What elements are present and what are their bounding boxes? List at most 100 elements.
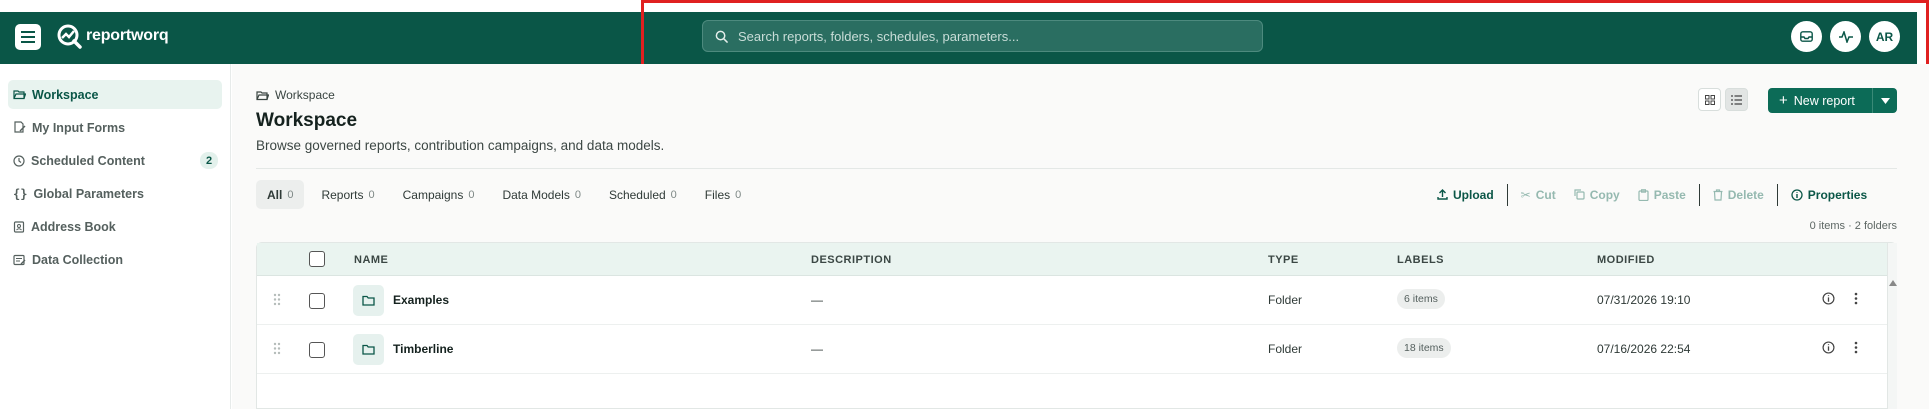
select-all-checkbox[interactable]	[309, 251, 325, 267]
row-description: —	[811, 342, 823, 356]
copy-button[interactable]: Copy	[1565, 188, 1629, 202]
copy-label: Copy	[1589, 187, 1620, 202]
new-report-button[interactable]: + New report	[1768, 88, 1897, 113]
trash-icon	[1713, 188, 1723, 201]
tab-label: Files	[704, 187, 731, 202]
sidebar-item-label: Global Parameters	[33, 186, 144, 201]
upload-button[interactable]: Upload	[1428, 188, 1503, 202]
row-modified: 07/31/2026 19:10	[1597, 293, 1691, 307]
list-icon	[1731, 94, 1742, 105]
column-header-modified[interactable]: MODIFIED	[1597, 254, 1655, 266]
breadcrumb: Workspace	[256, 88, 335, 102]
paste-button[interactable]: Paste	[1629, 188, 1695, 202]
logo-mark-icon	[57, 24, 82, 49]
row-checkbox[interactable]	[309, 293, 325, 309]
tab-label: All	[267, 187, 283, 202]
column-header-description[interactable]: DESCRIPTION	[811, 254, 892, 266]
row-labels-chip[interactable]: 6 items	[1397, 289, 1445, 309]
page-title: Workspace	[256, 110, 358, 131]
table-row[interactable]: Timberline — Folder 18 items 07/16/2026 …	[257, 325, 1887, 374]
sidebar-item-my-input-forms[interactable]: My Input Forms	[8, 113, 222, 142]
hamburger-menu-button[interactable]	[15, 24, 41, 50]
list-view-button[interactable]	[1725, 88, 1748, 111]
row-name[interactable]: Examples	[393, 293, 449, 307]
tab-label: Reports	[321, 187, 364, 202]
plus-icon: +	[1779, 92, 1788, 109]
toolbar-separator	[1506, 183, 1508, 206]
scissors-icon: ✂	[1520, 187, 1531, 202]
clipboard-icon	[1638, 188, 1649, 201]
row-labels-chip[interactable]: 18 items	[1397, 338, 1451, 358]
sidebar-item-label: Workspace	[32, 87, 99, 102]
column-header-type[interactable]: TYPE	[1268, 254, 1299, 266]
sidebar-item-scheduled-content[interactable]: Scheduled Content 2	[8, 146, 222, 175]
drag-handle-icon[interactable]	[273, 293, 281, 306]
cut-button[interactable]: ✂ Cut	[1512, 188, 1565, 202]
table-scrollbar[interactable]	[1887, 243, 1897, 409]
info-icon[interactable]	[1822, 341, 1835, 354]
sidebar-item-global-parameters[interactable]: {} Global Parameters	[8, 179, 222, 208]
page-subtitle: Browse governed reports, contribution ca…	[256, 138, 665, 153]
tab-data-models[interactable]: Data Models 0	[491, 180, 592, 209]
app-logo[interactable]: reportworq	[56, 23, 169, 49]
toolbar-separator	[1776, 183, 1778, 206]
new-report-main[interactable]: + New report	[1768, 88, 1872, 113]
sidebar-item-address-book[interactable]: Address Book	[8, 212, 222, 241]
sidebar-item-workspace[interactable]: Workspace	[8, 80, 222, 109]
item-summary: 0 items · 2 folders	[1809, 220, 1897, 232]
tab-label: Scheduled	[608, 187, 666, 202]
row-checkbox[interactable]	[309, 342, 325, 358]
folder-icon	[353, 285, 384, 316]
toolbar-separator	[1698, 183, 1700, 206]
view-toggle	[1698, 88, 1748, 111]
inbox-icon	[1800, 31, 1813, 42]
action-toolbar: Upload ✂ Cut Copy Paste Delete Propertie…	[1428, 180, 1876, 209]
search-icon	[715, 30, 728, 43]
tab-count: 0	[670, 188, 677, 201]
tab-all[interactable]: All 0	[256, 180, 305, 209]
global-search[interactable]	[702, 20, 1263, 52]
grid-view-button[interactable]	[1698, 88, 1721, 111]
table-row[interactable]: Examples — Folder 6 items 07/31/2026 19:…	[257, 276, 1887, 325]
upload-icon	[1437, 189, 1448, 200]
table-header: NAME DESCRIPTION TYPE LABELS MODIFIED	[257, 243, 1887, 276]
data-collection-icon	[13, 254, 26, 265]
more-vertical-icon[interactable]	[1854, 292, 1858, 305]
drag-handle-icon[interactable]	[273, 342, 281, 355]
breadcrumb-item-workspace[interactable]: Workspace	[275, 88, 335, 102]
braces-icon: {}	[13, 186, 28, 201]
cut-label: Cut	[1535, 187, 1556, 202]
upload-label: Upload	[1453, 187, 1494, 202]
column-header-name[interactable]: NAME	[354, 254, 388, 266]
inbox-button[interactable]	[1791, 21, 1822, 52]
type-tabs: All 0 Reports 0 Campaigns 0 Data Models 0 Sc…	[256, 180, 752, 209]
workspace-table: NAME DESCRIPTION TYPE LABELS MODIFIED Ex…	[256, 242, 1897, 409]
activity-button[interactable]	[1830, 21, 1861, 52]
delete-button[interactable]: Delete	[1704, 188, 1773, 202]
tab-scheduled[interactable]: Scheduled 0	[598, 180, 688, 209]
logo-text: reportworq	[86, 27, 169, 44]
info-icon[interactable]	[1822, 292, 1835, 305]
tab-count: 0	[368, 188, 375, 201]
copy-icon	[1574, 189, 1585, 200]
sidebar-item-data-collection[interactable]: Data Collection	[8, 245, 222, 274]
search-input[interactable]	[738, 28, 1262, 44]
menu-icon	[21, 31, 35, 43]
user-avatar[interactable]: AR	[1869, 21, 1900, 52]
row-name[interactable]: Timberline	[393, 342, 453, 356]
tab-reports[interactable]: Reports 0	[310, 180, 385, 209]
scroll-up-arrow-icon[interactable]	[1889, 280, 1897, 286]
new-report-dropdown-button[interactable]	[1872, 88, 1897, 113]
tab-campaigns[interactable]: Campaigns 0	[392, 180, 486, 209]
more-vertical-icon[interactable]	[1854, 341, 1858, 354]
sidebar-item-label: My Input Forms	[32, 120, 126, 135]
sidebar-item-label: Data Collection	[32, 252, 123, 267]
folder-open-icon	[13, 90, 26, 100]
tab-count: 0	[574, 188, 581, 201]
folder-icon	[353, 334, 384, 365]
column-header-labels[interactable]: LABELS	[1397, 254, 1444, 266]
properties-button[interactable]: Properties	[1782, 188, 1876, 202]
sidebar-item-label: Scheduled Content	[31, 153, 145, 168]
tab-count: 0	[287, 188, 294, 201]
tab-files[interactable]: Files 0	[694, 180, 752, 209]
